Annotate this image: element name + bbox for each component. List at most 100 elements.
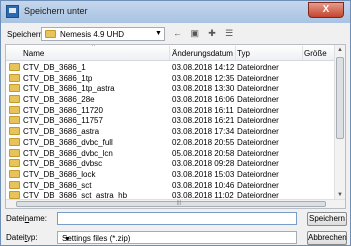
item-type: Dateiordner bbox=[237, 127, 279, 137]
item-date: 03.08.2018 12:35 bbox=[172, 73, 235, 83]
location-value: Nemesis 4.9 UHD bbox=[60, 30, 125, 39]
column-type[interactable]: Typ bbox=[237, 49, 250, 58]
folder-icon bbox=[9, 73, 20, 82]
item-name: CTV_DB_3686_dvbc_full bbox=[23, 137, 113, 147]
item-date: 05.08.2018 20:58 bbox=[172, 148, 235, 158]
list-item[interactable]: CTV_DB_3686_astra 03.08.2018 17:34 Dateior… bbox=[6, 126, 336, 137]
list-item[interactable]: CTV_DB_3686_dvbc_full 02.08.2018 20:55 Dat… bbox=[6, 137, 336, 148]
item-date: 03.08.2018 10:46 bbox=[172, 180, 235, 190]
filetype-select[interactable]: Settings files (*.zip) ▼ bbox=[57, 231, 297, 244]
column-divider[interactable] bbox=[169, 46, 170, 60]
item-date: 03.08.2018 16:21 bbox=[172, 116, 235, 126]
column-divider[interactable] bbox=[302, 46, 303, 60]
item-type: Dateiordner bbox=[237, 116, 279, 126]
folder-icon bbox=[9, 148, 20, 157]
folder-icon bbox=[9, 137, 20, 146]
list-rows: CTV_DB_3686_1 03.08.2018 14:12 Dateiordner… bbox=[6, 62, 336, 201]
list-item[interactable]: CTV_DB_3686_dvbsc 03.08.2018 09:28 Dateior… bbox=[6, 158, 336, 169]
list-item[interactable]: CTV_DB_3686_lock 03.08.2018 15:03 Dateiord… bbox=[6, 169, 336, 180]
item-date: 03.08.2018 16:11 bbox=[172, 105, 234, 115]
horizontal-scrollbar[interactable]: ||| bbox=[6, 199, 345, 208]
folder-icon bbox=[45, 30, 56, 38]
folder-icon bbox=[9, 95, 20, 104]
list-item[interactable]: CTV_DB_3686_11720 03.08.2018 16:11 Dateior… bbox=[6, 105, 336, 116]
folder-icon bbox=[9, 105, 20, 114]
folder-icon bbox=[9, 116, 20, 125]
list-item[interactable]: CTV_DB_3686_dvbc_lcn 05.08.2018 20:58 Date… bbox=[6, 148, 336, 159]
horizontal-scroll-thumb[interactable]: ||| bbox=[16, 200, 326, 207]
folder-icon bbox=[9, 169, 20, 178]
item-type: Dateiordner bbox=[237, 73, 279, 83]
item-type: Dateiordner bbox=[237, 159, 279, 169]
folder-icon bbox=[9, 159, 20, 168]
list-item[interactable]: CTV_DB_3686_11757 03.08.2018 16:21 Dateior… bbox=[6, 115, 336, 126]
column-size[interactable]: Größe bbox=[304, 49, 327, 58]
column-date[interactable]: Änderungsdatum bbox=[172, 49, 233, 58]
item-name: CTV_DB_3686_1tp bbox=[23, 73, 93, 83]
location-label: Speichern bbox=[7, 30, 44, 39]
item-type: Dateiordner bbox=[237, 63, 279, 72]
filetype-label: Dateityp: bbox=[6, 233, 38, 242]
column-divider[interactable] bbox=[235, 46, 236, 60]
view-menu-icon[interactable]: ☰ bbox=[223, 27, 236, 40]
item-type: Dateiordner bbox=[237, 169, 279, 179]
vertical-scroll-thumb[interactable] bbox=[336, 57, 344, 139]
scroll-up-icon[interactable]: ▲ bbox=[335, 45, 345, 55]
window-title: Speichern unter bbox=[24, 6, 88, 16]
vertical-scrollbar[interactable]: ▲ ▼ bbox=[334, 45, 345, 200]
location-combo[interactable]: Nemesis 4.9 UHD ▼ bbox=[41, 27, 165, 41]
save-dialog: Speichern unter X Speichern Nemesis 4.9 … bbox=[0, 0, 351, 246]
item-date: 03.08.2018 13:30 bbox=[172, 84, 235, 94]
up-folder-icon[interactable]: ▣ bbox=[188, 27, 201, 40]
folder-icon bbox=[9, 127, 20, 136]
item-type: Dateiordner bbox=[237, 148, 279, 158]
list-item[interactable]: CTV_DB_3686_sct 03.08.2018 10:46 Dateiordn… bbox=[6, 180, 336, 191]
chevron-down-icon[interactable]: ▼ bbox=[62, 234, 73, 246]
cancel-button[interactable]: Abbrechen bbox=[307, 231, 347, 245]
item-name: CTV_DB_3686_dvbsc bbox=[23, 159, 103, 169]
item-date: 03.08.2018 15:03 bbox=[172, 169, 235, 179]
grip-icon: ||| bbox=[177, 200, 181, 206]
item-date: 03.08.2018 14:12 bbox=[172, 63, 235, 72]
filename-input[interactable] bbox=[57, 212, 297, 225]
list-item[interactable]: CTV_DB_3686_1 03.08.2018 14:12 Dateiordner bbox=[6, 62, 336, 73]
item-name: CTV_DB_3686_1tp_astra bbox=[23, 84, 115, 94]
item-date: 02.08.2018 20:55 bbox=[172, 137, 235, 147]
close-button[interactable]: X bbox=[308, 2, 344, 18]
list-item[interactable]: CTV_DB_3686_1tp 03.08.2018 12:35 Dateiordn… bbox=[6, 73, 336, 84]
item-type: Dateiordner bbox=[237, 105, 279, 115]
item-name: CTV_DB_3686_astra bbox=[23, 127, 100, 137]
column-name[interactable]: Name bbox=[23, 49, 44, 58]
folder-icon bbox=[9, 180, 20, 189]
title-bar[interactable]: Speichern unter X bbox=[1, 1, 350, 23]
item-date: 03.08.2018 16:06 bbox=[172, 95, 235, 105]
save-button[interactable]: Speichern bbox=[307, 212, 347, 226]
file-list[interactable]: ^ Name Änderungsdatum Typ Größe CTV_DB_3… bbox=[5, 44, 346, 209]
list-item[interactable]: CTV_DB_3686_28e 03.08.2018 16:06 Dateiordn… bbox=[6, 94, 336, 105]
sort-caret-icon: ^ bbox=[92, 44, 95, 50]
item-name: CTV_DB_3686_1 bbox=[23, 63, 86, 72]
folder-icon bbox=[9, 84, 20, 93]
chevron-down-icon[interactable]: ▼ bbox=[153, 28, 164, 40]
item-name: CTV_DB_3686_lock bbox=[23, 169, 96, 179]
nav-toolbar: ← ▣ ✚ ☰ bbox=[171, 27, 238, 41]
list-item[interactable]: CTV_DB_3686_1tp_astra 03.08.2018 13:30 Dat… bbox=[6, 83, 336, 94]
item-type: Dateiordner bbox=[237, 137, 279, 147]
folder-icon bbox=[9, 63, 20, 71]
item-name: CTV_DB_3686_11757 bbox=[23, 116, 103, 126]
item-name: CTV_DB_3686_dvbc_lcn bbox=[23, 148, 113, 158]
item-name: CTV_DB_3686_28e bbox=[23, 95, 95, 105]
item-type: Dateiordner bbox=[237, 84, 279, 94]
location-bar: Speichern Nemesis 4.9 UHD ▼ ← ▣ ✚ ☰ bbox=[1, 24, 350, 44]
item-name: CTV_DB_3686_11720 bbox=[23, 105, 103, 115]
item-type: Dateiordner bbox=[237, 180, 279, 190]
item-date: 03.08.2018 17:34 bbox=[172, 127, 235, 137]
app-icon bbox=[6, 5, 19, 18]
item-name: CTV_DB_3686_sct bbox=[23, 180, 92, 190]
new-folder-icon[interactable]: ✚ bbox=[205, 27, 218, 40]
list-header: ^ Name Änderungsdatum Typ Größe bbox=[6, 45, 336, 61]
item-date: 03.08.2018 09:28 bbox=[172, 159, 235, 169]
filename-label: Dateiname: bbox=[6, 214, 47, 223]
item-type: Dateiordner bbox=[237, 95, 279, 105]
back-arrow-icon[interactable]: ← bbox=[171, 27, 184, 40]
